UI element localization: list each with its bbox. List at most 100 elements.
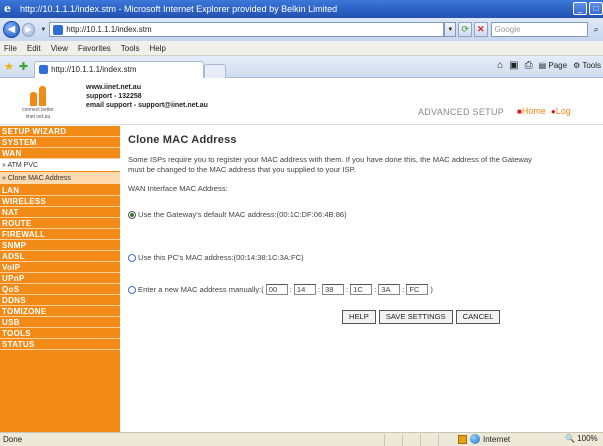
status-divider [402, 434, 403, 446]
status-divider [420, 434, 421, 446]
option-default-mac: Use the Gateway's default MAC address:(0… [128, 210, 347, 219]
zone-label: Internet [483, 434, 511, 444]
sidebar-item-tools[interactable]: TOOLS [0, 328, 120, 339]
ie-logo-icon: e [4, 2, 11, 15]
sidebar-item-snmp[interactable]: SNMP [0, 240, 120, 251]
add-favorite-icon[interactable]: ✚ [19, 60, 28, 73]
address-input[interactable]: http://10.1.1.1/index.stm [49, 22, 445, 37]
sidebar-item-tomizone[interactable]: TOMIZONE [0, 306, 120, 317]
option-default-label: Use the Gateway's default MAC address:(0… [138, 210, 347, 219]
sidebar-subitem-atm-pvc[interactable]: » ATM PVC [0, 159, 120, 172]
main-content: Clone MAC Address Some ISPs require you … [128, 134, 603, 324]
radio-default-mac[interactable] [128, 210, 136, 219]
logo-tagline: connect better [22, 107, 54, 113]
favorites-star-icon[interactable]: ★ [4, 60, 14, 73]
menu-help[interactable]: Help [149, 44, 165, 53]
page-menu[interactable]: ▤ Page [539, 61, 567, 70]
mac-field-5[interactable]: 3A [378, 284, 401, 295]
option-manual-mac: Enter a new MAC address manually:( 00: 1… [128, 284, 433, 295]
sidebar-item-system[interactable]: SYSTEM [0, 137, 120, 148]
sidebar-item-lan[interactable]: LAN [0, 185, 120, 196]
contact-info: www.iinet.net.au support - 132258 email … [86, 83, 208, 110]
print-icon[interactable]: ⎙ [525, 60, 533, 71]
protected-mode-icon [458, 434, 467, 444]
zoom-level[interactable]: 🔍 100% [565, 434, 598, 443]
minimize-button[interactable]: _ [573, 2, 587, 15]
sidebar-item-setup-wizard[interactable]: SETUP WIZARD [0, 126, 120, 137]
logout-link-label: Log [555, 106, 571, 116]
home-icon[interactable]: ⌂ [497, 60, 503, 71]
mac-field-4[interactable]: 1C [350, 284, 373, 295]
command-bar: ⌂ ▣ ⎙ ▤ Page ⚙ Tools [497, 60, 601, 71]
tab-label: http://10.1.1.1/index.stm [51, 65, 137, 74]
mac-field-6[interactable]: FC [406, 284, 429, 295]
contact-site: www.iinet.net.au [86, 84, 141, 91]
description-line-1: Some ISPs require you to register your M… [128, 155, 532, 164]
page-menu-label: Page [548, 61, 568, 70]
sidebar-item-upnp[interactable]: UPnP [0, 273, 120, 284]
sidebar-item-nat[interactable]: NAT [0, 207, 120, 218]
tools-menu[interactable]: ⚙ Tools [573, 61, 601, 70]
forward-button[interactable]: ▶ [21, 22, 36, 37]
cancel-button[interactable]: CANCEL [455, 310, 501, 324]
sidebar-item-voip[interactable]: VoIP [0, 262, 120, 273]
menu-edit[interactable]: Edit [27, 44, 41, 53]
menu-file[interactable]: File [4, 44, 17, 53]
search-input[interactable]: Google [490, 22, 589, 37]
feeds-icon[interactable]: ▣ [509, 60, 518, 71]
sidebar-item-qos[interactable]: QoS [0, 284, 120, 295]
sidebar-item-wireless[interactable]: WIRELESS [0, 196, 120, 207]
option-pc-mac: Use this PC's MAC address:(00:14:38:1C:3… [128, 253, 304, 262]
description-line-2: must be changed to the MAC address that … [128, 165, 356, 174]
tab-bar: ★ ✚ http://10.1.1.1/index.stm ⌂ ▣ ⎙ ▤ Pa… [0, 56, 603, 78]
sidebar: SETUP WIZARD SYSTEM WAN » ATM PVC » Clon… [0, 126, 120, 432]
sidebar-item-wan[interactable]: WAN [0, 148, 120, 159]
tab-current[interactable]: http://10.1.1.1/index.stm [34, 60, 205, 78]
search-icon[interactable]: ⌕ [589, 22, 603, 37]
status-text: Done [3, 435, 23, 444]
logout-link[interactable]: ●Log [551, 106, 571, 116]
contact-email: email support - support@iinet.net.au [86, 102, 208, 109]
save-settings-button[interactable]: SAVE SETTINGS [378, 310, 453, 324]
stop-button[interactable]: ✕ [473, 22, 488, 37]
sidebar-item-status[interactable]: STATUS [0, 339, 120, 350]
search-placeholder: Google [494, 25, 521, 34]
page-icon [53, 24, 64, 35]
radio-pc-mac[interactable] [128, 253, 136, 262]
sidebar-item-adsl[interactable]: ADSL [0, 251, 120, 262]
mac-field-1[interactable]: 00 [265, 284, 288, 295]
new-tab-button[interactable] [204, 63, 227, 78]
zoom-label: 100% [577, 434, 598, 443]
home-link[interactable]: ■Home [517, 106, 546, 116]
radio-manual-mac[interactable] [128, 285, 136, 294]
iinet-logo: connect better iinet.net.au [20, 84, 56, 120]
sidebar-subitem-clone-mac[interactable]: » Clone MAC Address [0, 172, 120, 185]
sidebar-item-ddns[interactable]: DDNS [0, 295, 120, 306]
option-pc-label: Use this PC's MAC address:(00:14:38:1C:3… [138, 253, 304, 262]
maximize-button[interactable]: □ [589, 2, 603, 15]
wan-mac-heading: WAN Interface MAC Address: [128, 184, 228, 193]
address-text: http://10.1.1.1/index.stm [66, 25, 152, 34]
mac-field-3[interactable]: 38 [322, 284, 345, 295]
logo-site: iinet.net.au [25, 114, 51, 120]
contact-support: support - 132258 [86, 93, 142, 100]
menu-favorites[interactable]: Favorites [78, 44, 111, 53]
menu-view[interactable]: View [51, 44, 68, 53]
window-title-bar: e http://10.1.1.1/index.stm - Microsoft … [0, 0, 603, 18]
mac-field-2[interactable]: 14 [293, 284, 316, 295]
address-dropdown-button[interactable]: ▼ [444, 22, 457, 37]
window-title: http://10.1.1.1/index.stm - Microsoft In… [20, 4, 338, 14]
history-dropdown-icon[interactable]: ▼ [40, 27, 46, 33]
refresh-button[interactable]: ⟳ [458, 22, 472, 37]
sidebar-item-usb[interactable]: USB [0, 317, 120, 328]
security-zone[interactable]: Internet [458, 434, 510, 444]
sidebar-item-firewall[interactable]: FIREWALL [0, 229, 120, 240]
tab-page-icon [39, 65, 49, 74]
home-link-label: Home [521, 106, 546, 116]
help-button[interactable]: HELP [342, 310, 376, 324]
sidebar-item-route[interactable]: ROUTE [0, 218, 120, 229]
page-header: connect better iinet.net.au www.iinet.ne… [0, 79, 603, 125]
back-button[interactable]: ◀ [3, 21, 20, 38]
action-buttons: HELP SAVE SETTINGS CANCEL [342, 310, 501, 324]
menu-tools[interactable]: Tools [121, 44, 140, 53]
